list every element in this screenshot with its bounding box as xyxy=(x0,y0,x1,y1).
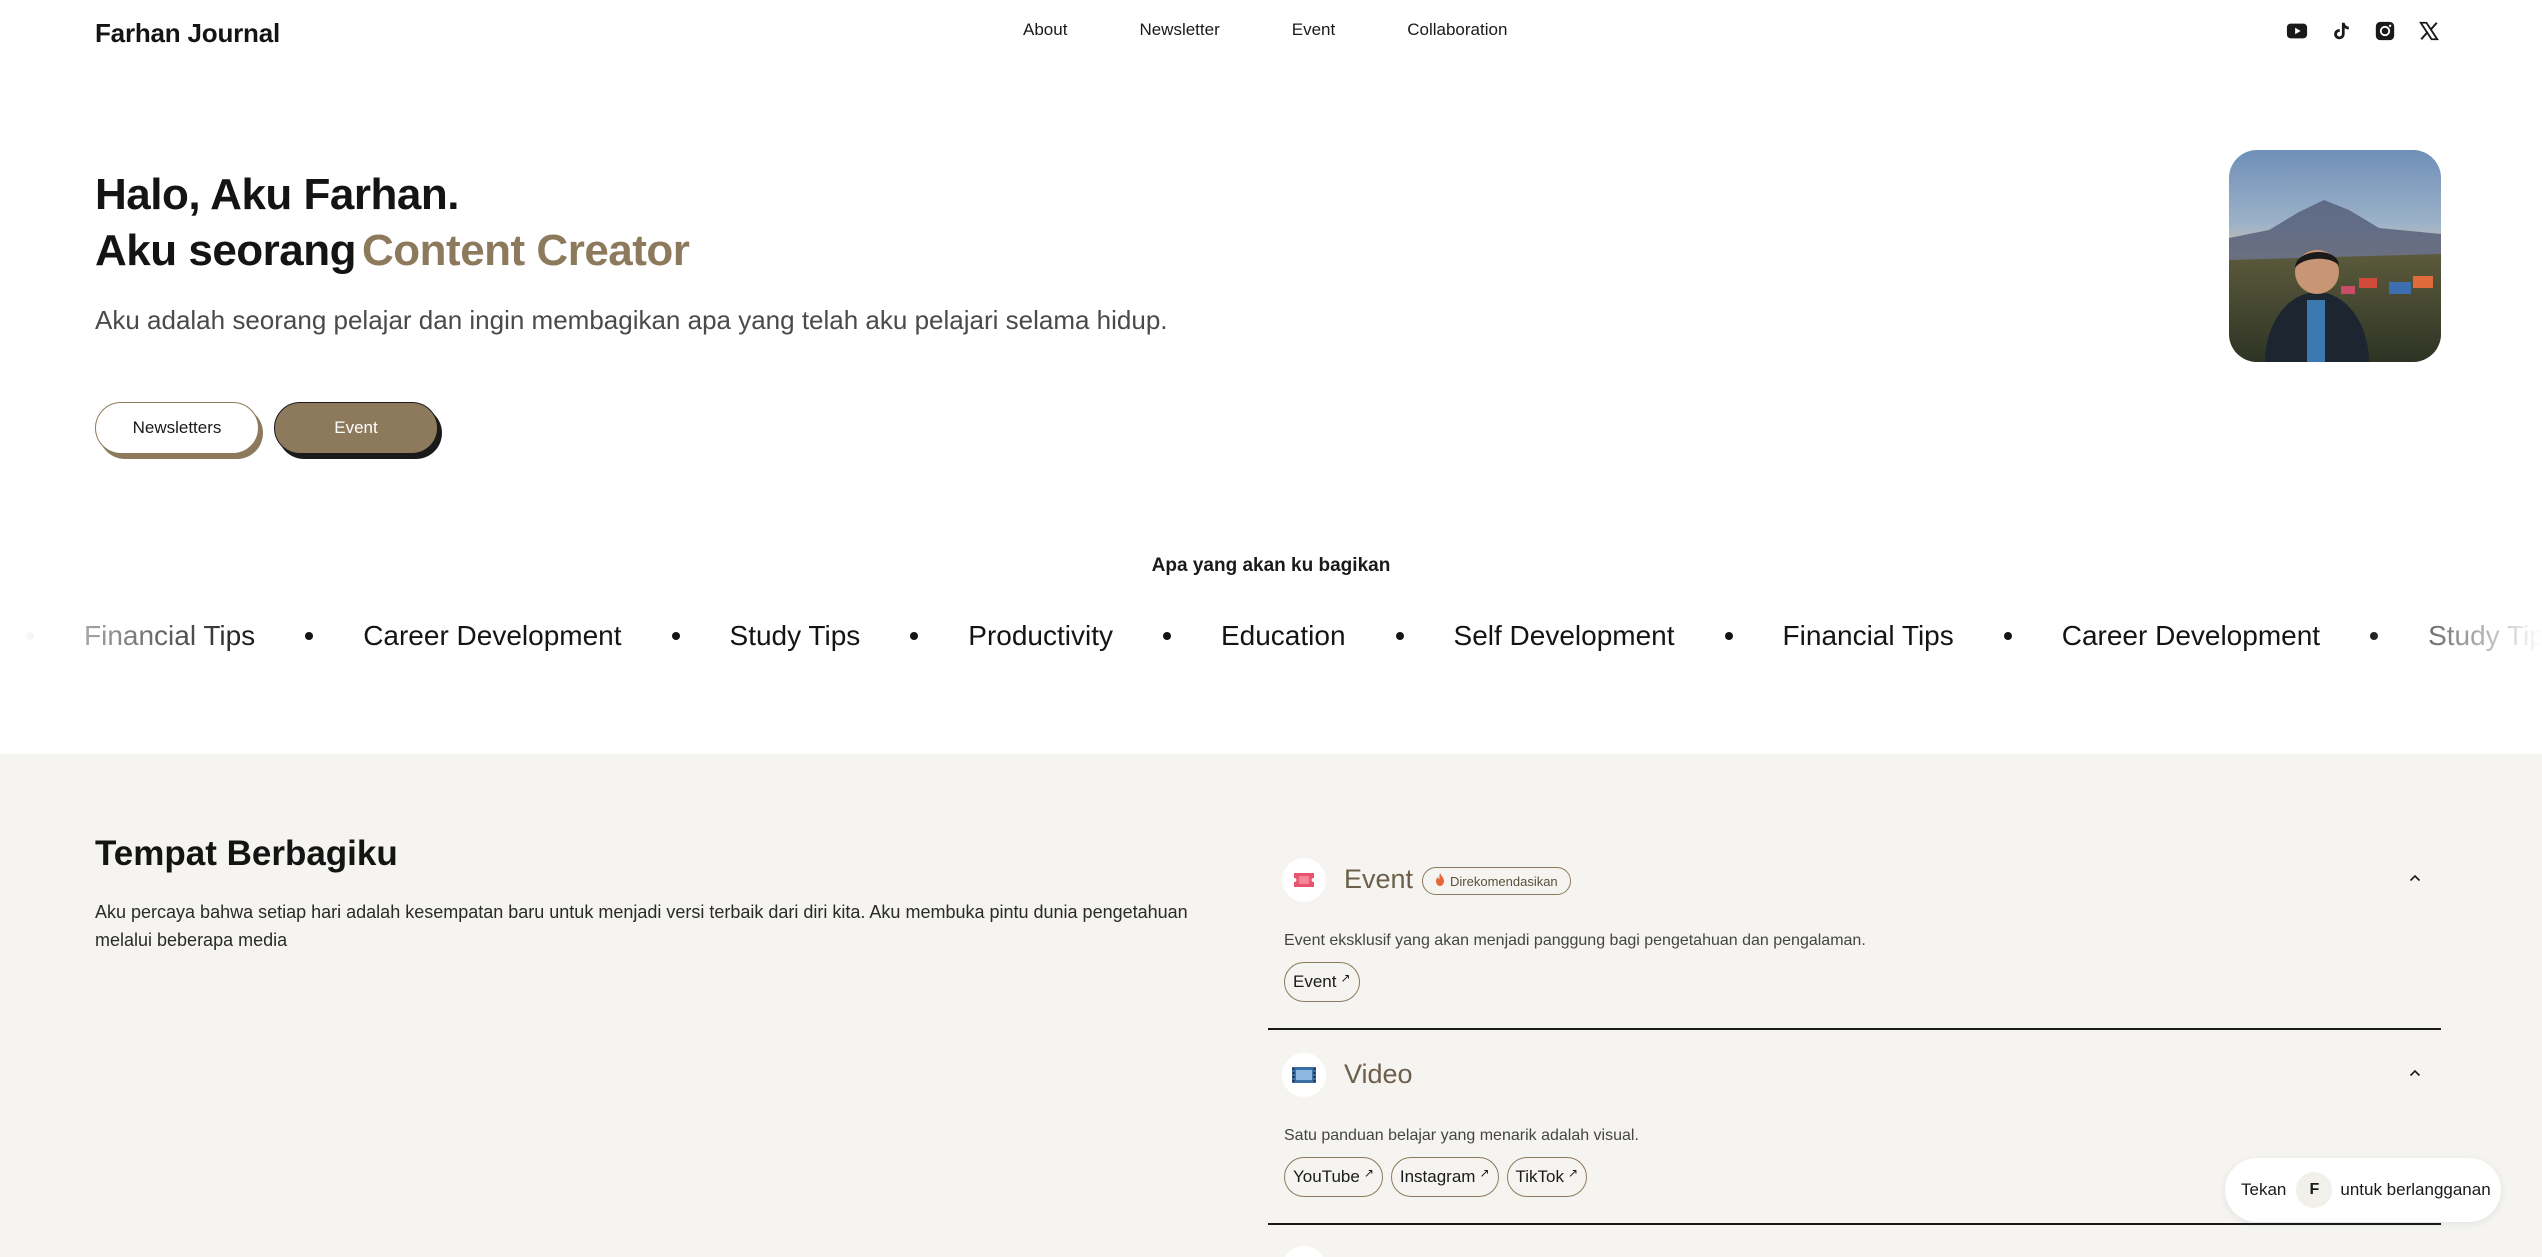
topic-bullet xyxy=(2003,632,2012,640)
subscribe-hint-prefix: Tekan xyxy=(2241,1180,2287,1199)
hero-greeting: Halo, Aku Farhan. xyxy=(95,170,459,219)
subscribe-hint-suffix: untuk berlangganan xyxy=(2340,1180,2491,1199)
topic-item: Career Development xyxy=(2061,620,2321,651)
topic-item: Career Development xyxy=(363,620,622,651)
nav-link-newsletter[interactable]: Newsletter xyxy=(1139,20,1219,40)
chevron-up-icon[interactable] xyxy=(2405,1063,2425,1083)
sharing-description: Aku percaya bahwa setiap hari adalah kes… xyxy=(95,902,1188,950)
topic-bullet xyxy=(1162,632,1171,640)
recommended-badge: Direkomendasikan xyxy=(1422,867,1571,895)
accordion-divider xyxy=(1268,1028,2441,1030)
ticket-icon xyxy=(1282,858,1326,902)
brand-logo[interactable]: Farhan Journal xyxy=(95,18,280,49)
topics-track: Financial Tips Career Development Study … xyxy=(26,616,2542,656)
instagram-icon[interactable] xyxy=(2374,20,2396,42)
film-icon xyxy=(1282,1053,1326,1097)
instagram-link-label: Instagram xyxy=(1399,1167,1476,1186)
accordion-event-links: Event ↗ xyxy=(1284,962,1360,1002)
youtube-link-label: YouTube xyxy=(1293,1167,1360,1186)
nav-link-collaboration[interactable]: Collaboration xyxy=(1407,20,1507,40)
event-link[interactable]: Event ↗ xyxy=(1284,962,1360,1002)
topic-item: Study Tips xyxy=(2428,620,2542,651)
event-link-label: Event xyxy=(1293,972,1337,991)
chevron-up-icon[interactable] xyxy=(2405,868,2425,888)
topic-bullet xyxy=(1724,632,1733,640)
topic-item: Productivity xyxy=(968,620,1113,651)
external-link-icon: ↗ xyxy=(1568,1166,1579,1180)
hero-role: Aku seorang Content Creator xyxy=(95,226,690,276)
hero-role-accent: Content Creator xyxy=(362,226,690,275)
topics-title: Apa yang akan ku bagikan xyxy=(1151,555,1391,576)
topic-bullet xyxy=(26,632,34,640)
accordion-video-links: YouTube ↗ Instagram ↗ TikTok ↗ xyxy=(1284,1157,1588,1197)
accordion-event: Event Direkomendasikan Event eksklusif y… xyxy=(1268,854,2441,1034)
hero-role-prefix: Aku seorang xyxy=(95,226,357,275)
event-button[interactable]: Event xyxy=(274,402,438,454)
newsletters-button[interactable]: Newsletters xyxy=(95,402,259,454)
youtube-icon[interactable] xyxy=(2286,20,2308,42)
topics-marquee: Financial Tips Career Development Study … xyxy=(0,616,2542,656)
subscribe-hint[interactable]: Tekan F untuk berlangganan xyxy=(2225,1158,2501,1222)
accordion-divider xyxy=(1268,1223,2441,1225)
instagram-link[interactable]: Instagram ↗ xyxy=(1390,1157,1499,1197)
hero-description: Aku adalah seorang pelajar dan ingin mem… xyxy=(95,305,1168,335)
topic-item: Financial Tips xyxy=(1782,620,1954,651)
social-links xyxy=(2286,20,2440,42)
external-link-icon: ↗ xyxy=(1340,971,1351,985)
topic-item: Education xyxy=(1220,620,1346,651)
accordion-event-header[interactable]: Event Direkomendasikan xyxy=(1268,854,2441,904)
accordion-video-text: Satu panduan belajar yang menarik adalah… xyxy=(1284,1127,1639,1144)
nav-link-event[interactable]: Event xyxy=(1292,20,1335,40)
topic-bullet xyxy=(671,632,680,640)
main-nav: About Newsletter Event Collaboration xyxy=(1023,20,1507,40)
external-link-icon: ↗ xyxy=(1363,1166,1374,1180)
nav-link-about[interactable]: About xyxy=(1023,20,1067,40)
recommended-badge-label: Direkomendasikan xyxy=(1450,873,1558,889)
accordion-video-header[interactable]: Video xyxy=(1268,1049,2441,1099)
x-icon[interactable] xyxy=(2418,20,2440,42)
page: Farhan Journal About Newsletter Event Co… xyxy=(0,0,2542,1257)
topic-bullet xyxy=(1395,632,1404,640)
sharing-title: Tempat Berbagiku xyxy=(95,834,398,873)
topic-item: Financial Tips xyxy=(84,620,256,651)
topic-bullet xyxy=(910,632,919,640)
site-header: Farhan Journal About Newsletter Event Co… xyxy=(0,0,2542,66)
topic-bullet xyxy=(2370,632,2379,640)
fire-icon xyxy=(1435,873,1445,889)
accordion-video-title: Video xyxy=(1344,1059,1413,1089)
topic-item: Self Development xyxy=(1453,620,1675,651)
youtube-link[interactable]: YouTube ↗ xyxy=(1284,1157,1383,1197)
keyboard-key-f: F xyxy=(2296,1172,2333,1208)
tiktok-link-label: TikTok xyxy=(1515,1167,1565,1186)
sharing-section: Tempat Berbagiku Aku percaya bahwa setia… xyxy=(0,754,2542,1257)
tiktok-icon[interactable] xyxy=(2330,20,2352,42)
tiktok-link[interactable]: TikTok ↗ xyxy=(1506,1157,1588,1197)
topic-item: Study Tips xyxy=(729,620,861,651)
profile-photo xyxy=(2229,150,2441,362)
topic-bullet xyxy=(305,632,314,640)
external-link-icon: ↗ xyxy=(1479,1166,1490,1180)
accordion-event-text: Event eksklusif yang akan menjadi panggu… xyxy=(1284,932,1866,949)
accordion-event-title: Event xyxy=(1344,864,1414,894)
